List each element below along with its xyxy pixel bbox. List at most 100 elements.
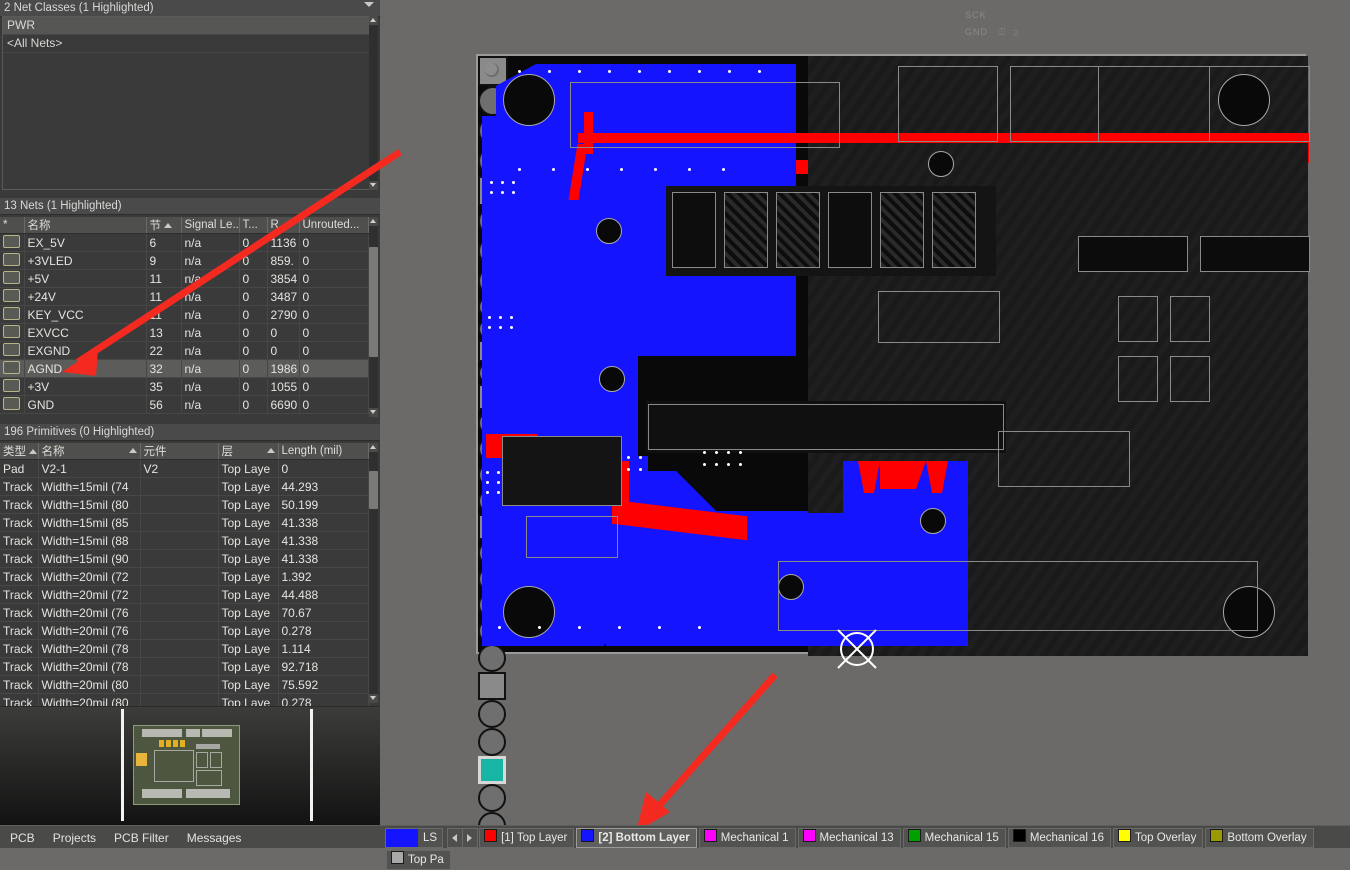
table-row[interactable]: Track Width=20mil (72 Top Laye 44.488 [0,585,369,604]
layer-nav-buttons[interactable] [447,828,479,848]
table-row[interactable]: Track Width=20mil (76 Top Laye 0.278 [0,621,369,640]
primitives-scroll-thumb[interactable] [369,471,378,509]
nets-col-t[interactable]: T... [239,217,268,234]
table-row[interactable]: +24V 11 n/a 0 3487 0 [0,287,369,306]
prim-col-name[interactable]: 名称 [38,443,141,460]
status-tab-pcb[interactable]: PCB [2,828,43,848]
scroll-up-icon[interactable] [369,217,378,226]
nets-col-r[interactable]: R... [267,217,300,234]
layer-tab-mechanical-13[interactable]: Mechanical 13 [797,828,901,848]
prim-length: 0.278 [278,621,369,640]
net-color-swatch[interactable] [0,359,25,378]
mounting-hole-bottom-left [503,586,555,638]
pcb-board[interactable] [476,54,1310,825]
nets-scrollbar[interactable] [369,217,378,417]
net-signal: n/a [181,377,240,396]
table-row[interactable]: Track Width=15mil (90 Top Laye 41.338 [0,549,369,568]
table-row[interactable]: Track Width=20mil (78 Top Laye 1.114 [0,639,369,658]
table-row[interactable]: Track Width=20mil (76 Top Laye 70.67 [0,603,369,622]
net-color-swatch[interactable] [0,269,25,288]
net-color-swatch[interactable] [0,395,25,414]
table-row[interactable]: +3VLED 9 n/a 0 859. 0 [0,251,369,270]
table-row[interactable]: KEY_VCC 11 n/a 0 2790 0 [0,305,369,324]
table-row[interactable]: EXGND 22 n/a 0 0 0 [0,341,369,360]
prim-col-component[interactable]: 元件 [140,443,219,460]
status-tab-messages[interactable]: Messages [178,828,250,848]
net-pins: 13 [146,323,182,342]
layer-tab-mechanical-1[interactable]: Mechanical 1 [698,828,796,848]
table-row[interactable]: EXVCC 13 n/a 0 0 0 [0,323,369,342]
scroll-down-icon[interactable] [369,694,378,703]
layer-next-icon[interactable] [463,829,477,847]
prim-component [140,513,219,532]
layer-selector[interactable]: LS [385,828,444,848]
net-t: 0 [239,287,268,306]
table-row[interactable]: Track Width=20mil (80 Top Laye 75.592 [0,675,369,694]
primitives-panel: 196 Primitives (0 Highlighted) 类型 名称 元件 … [0,424,380,712]
board-minimap[interactable] [0,706,380,826]
prim-type: Track [0,531,39,550]
table-row[interactable]: Track Width=15mil (88 Top Laye 41.338 [0,531,369,550]
net-class-item-pwr[interactable]: PWR [3,17,369,35]
pcb-canvas[interactable]: SCK GND ⎅ ⊇ [380,0,1350,825]
layer-tab-bottom-overlay[interactable]: Bottom Overlay [1205,828,1314,848]
prim-col-layer[interactable]: 层 [218,443,279,460]
prim-type: Pad [0,459,39,478]
table-row[interactable]: Track Width=20mil (78 Top Laye 92.718 [0,657,369,676]
minimap-guide-right[interactable] [310,709,313,821]
net-color-swatch[interactable] [0,341,25,360]
net-classes-scrollbar[interactable] [369,16,378,190]
table-row[interactable]: Track Width=20mil (72 Top Laye 1.392 [0,567,369,586]
prim-type: Track [0,513,39,532]
pad [478,728,506,756]
table-row[interactable]: +5V 11 n/a 0 3854 0 [0,269,369,288]
prim-col-type[interactable]: 类型 [0,443,39,460]
net-color-swatch[interactable] [0,233,25,252]
layer-tab-mechanical-15[interactable]: Mechanical 15 [902,828,1006,848]
layer-prev-icon[interactable] [448,829,464,847]
scroll-down-icon[interactable] [369,408,378,417]
layer-tab-top-layer[interactable]: [1] Top Layer [479,828,575,848]
status-tab-projects[interactable]: Projects [44,828,105,848]
prim-col-length[interactable]: Length (mil) [278,443,369,460]
net-pins: 11 [146,305,182,324]
layer-tab-top-paste[interactable]: Top Pa [386,850,451,870]
nets-col-signal-length[interactable]: Signal Le... [181,217,240,234]
nets-col-star[interactable]: * [0,217,25,234]
table-row[interactable]: EX_5V 6 n/a 0 1136 0 [0,233,369,252]
table-row[interactable]: +3V 35 n/a 0 1055 0 [0,377,369,396]
net-color-swatch[interactable] [0,287,25,306]
table-row[interactable]: Track Width=15mil (80 Top Laye 50.199 [0,495,369,514]
net-pins: 56 [146,395,182,414]
layer-tab-bottom-layer[interactable]: [2] Bottom Layer [576,828,697,848]
status-tab-pcb-filter[interactable]: PCB Filter [106,828,177,848]
net-color-swatch[interactable] [0,305,25,324]
net-classes-list[interactable]: PWR <All Nets> [2,16,370,190]
scroll-up-icon[interactable] [369,443,378,452]
nets-col-unrouted[interactable]: Unrouted... [299,217,369,234]
minimap-guide-left[interactable] [121,709,124,821]
table-row[interactable]: Track Width=15mil (85 Top Laye 41.338 [0,513,369,532]
net-color-swatch[interactable] [0,251,25,270]
net-color-swatch[interactable] [0,377,25,396]
table-row[interactable]: GND 56 n/a 0 6690 0 [0,395,369,414]
net-class-item-all-nets[interactable]: <All Nets> [3,35,369,53]
nets-col-pins[interactable]: 节 [146,217,182,234]
layer-tab-mechanical-16[interactable]: Mechanical 16 [1007,828,1111,848]
nets-col-name[interactable]: 名称 [24,217,147,234]
layer-tab-top-overlay[interactable]: Top Overlay [1112,828,1204,848]
layer-color-swatch [484,829,498,842]
nets-table-header: * 名称 节 Signal Le... T... R... Unrouted..… [0,217,369,234]
table-row[interactable]: Pad V2-1 V2 Top Laye 0 [0,459,369,478]
primitives-scrollbar[interactable] [369,443,378,703]
nets-title: 13 Nets (1 Highlighted) [0,198,380,215]
net-pins: 11 [146,287,182,306]
chevron-down-icon[interactable] [364,2,374,7]
nets-scroll-thumb[interactable] [369,247,378,357]
table-row-highlighted[interactable]: AGND 32 n/a 0 1986 0 [0,359,369,378]
net-color-swatch[interactable] [0,323,25,342]
table-row[interactable]: Track Width=15mil (74 Top Laye 44.293 [0,477,369,496]
net-name: GND [24,395,147,414]
scroll-up-icon[interactable] [369,16,378,25]
scroll-down-icon[interactable] [369,181,378,190]
